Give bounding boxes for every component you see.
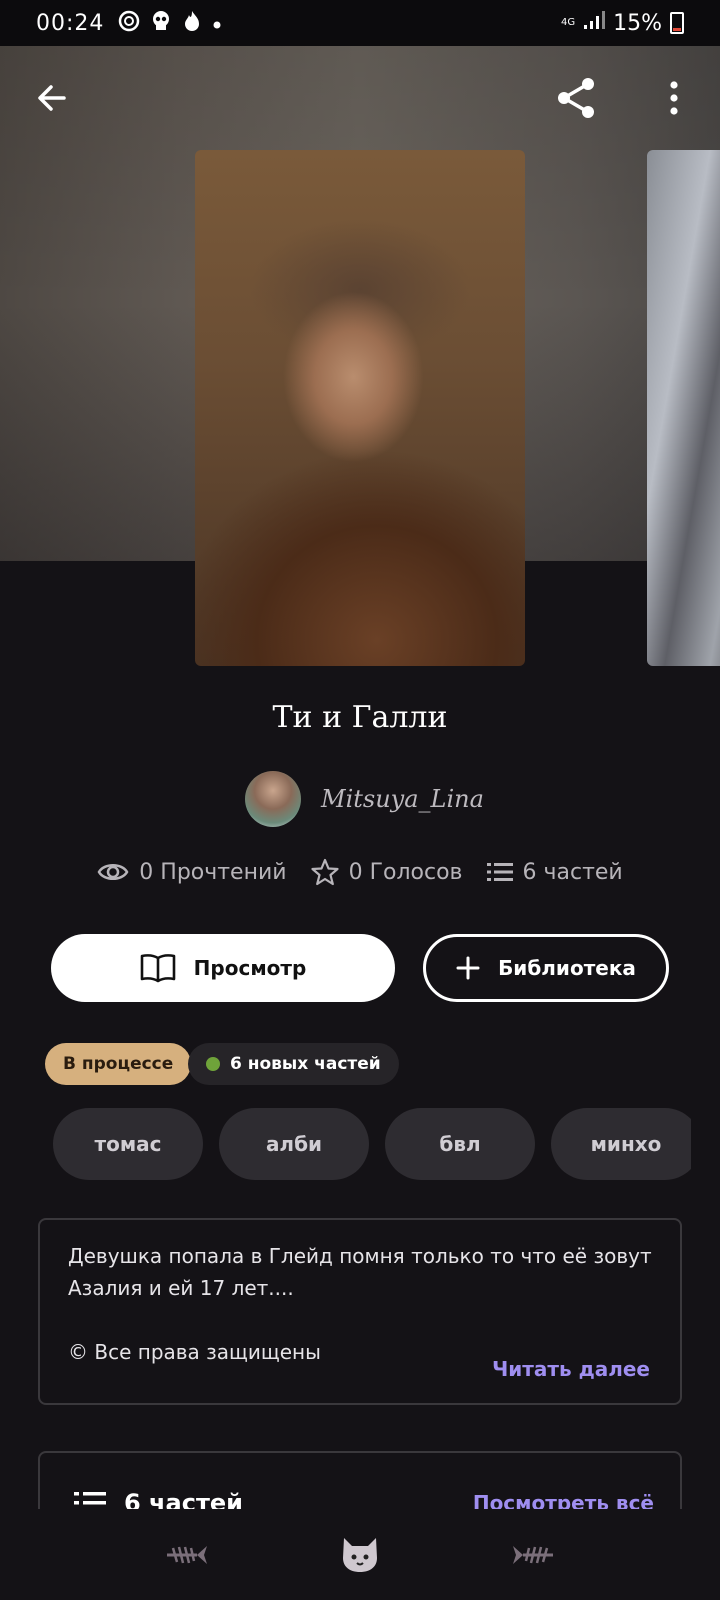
story-cover-image[interactable] (195, 150, 525, 666)
nav-fishbone-left[interactable] (157, 1525, 217, 1585)
add-to-library-button[interactable]: Библиотека (423, 934, 669, 1002)
view-button[interactable]: Просмотр (51, 934, 395, 1002)
nav-cat-home[interactable] (330, 1525, 390, 1585)
read-more-link[interactable]: Читать далее (492, 1357, 650, 1381)
next-cover-image[interactable] (647, 150, 720, 666)
tag-list: томас алби бвл минхо (53, 1108, 691, 1180)
parts-card: 6 частей Посмотреть всё (38, 1451, 682, 1509)
more-options-button[interactable] (646, 70, 702, 126)
back-button[interactable] (24, 70, 80, 126)
sync-icon (118, 10, 140, 37)
green-dot-icon (206, 1057, 220, 1071)
status-right: 4G 15% (561, 10, 684, 36)
author-name: Mitsuya_Lina (321, 785, 484, 813)
parts-stat: 6 частей (486, 859, 623, 885)
parts-count: 6 частей (522, 859, 623, 885)
library-button-label: Библиотека (498, 956, 636, 980)
skull-icon (150, 10, 172, 37)
more-vertical-icon (670, 81, 678, 115)
signal-icon (583, 10, 606, 36)
new-parts-label: 6 новых частей (230, 1054, 381, 1074)
share-icon (558, 78, 594, 118)
description-card: Девушка попала в Глейд помня только то ч… (38, 1218, 682, 1405)
reads-count: 0 Прочтений (139, 859, 287, 885)
star-icon (310, 858, 339, 886)
tag-chip[interactable]: томас (53, 1108, 203, 1180)
bottom-navigation (0, 1510, 720, 1600)
tag-chip[interactable]: минхо (551, 1108, 691, 1180)
status-badge: В процессе (45, 1043, 192, 1085)
fish-bone-icon (513, 1546, 554, 1564)
description-text: Девушка попала в Глейд помня только то ч… (68, 1244, 652, 1364)
view-button-label: Просмотр (193, 956, 307, 980)
arrow-left-icon (38, 85, 66, 111)
status-time: 00:24 (36, 10, 105, 36)
notification-icons (118, 10, 222, 37)
battery-icon (670, 12, 684, 34)
status-bar: 00:24 4G 15% (0, 0, 720, 46)
story-title: Ти и Галли (272, 700, 448, 735)
nav-fishbone-right[interactable] (503, 1525, 563, 1585)
battery-percent: 15% (613, 10, 662, 36)
cat-face-icon (342, 1538, 377, 1572)
votes-stat: 0 Голосов (310, 858, 463, 886)
network-type: 4G (560, 17, 576, 28)
author-avatar (245, 771, 301, 827)
tag-chip[interactable]: алби (219, 1108, 369, 1180)
fire-icon (182, 10, 202, 37)
votes-count: 0 Голосов (348, 859, 463, 885)
fish-bone-icon (166, 1546, 207, 1564)
list-icon (74, 1492, 106, 1505)
reads-stat: 0 Прочтений (97, 859, 287, 885)
parts-title: 6 частей (124, 1489, 243, 1509)
new-parts-badge: 6 новых частей (188, 1043, 399, 1085)
dot-icon (212, 11, 222, 35)
tag-chip[interactable]: бвл (385, 1108, 535, 1180)
view-all-link[interactable]: Посмотреть всё (473, 1491, 654, 1509)
share-button[interactable] (548, 70, 604, 126)
plus-icon (456, 956, 480, 980)
author-link[interactable]: Mitsuya_Lina (245, 771, 484, 827)
story-stats: 0 Прочтений 0 Голосов 6 частей (0, 858, 720, 886)
open-book-icon (140, 954, 175, 983)
eye-icon (97, 864, 129, 880)
list-icon (486, 863, 513, 881)
